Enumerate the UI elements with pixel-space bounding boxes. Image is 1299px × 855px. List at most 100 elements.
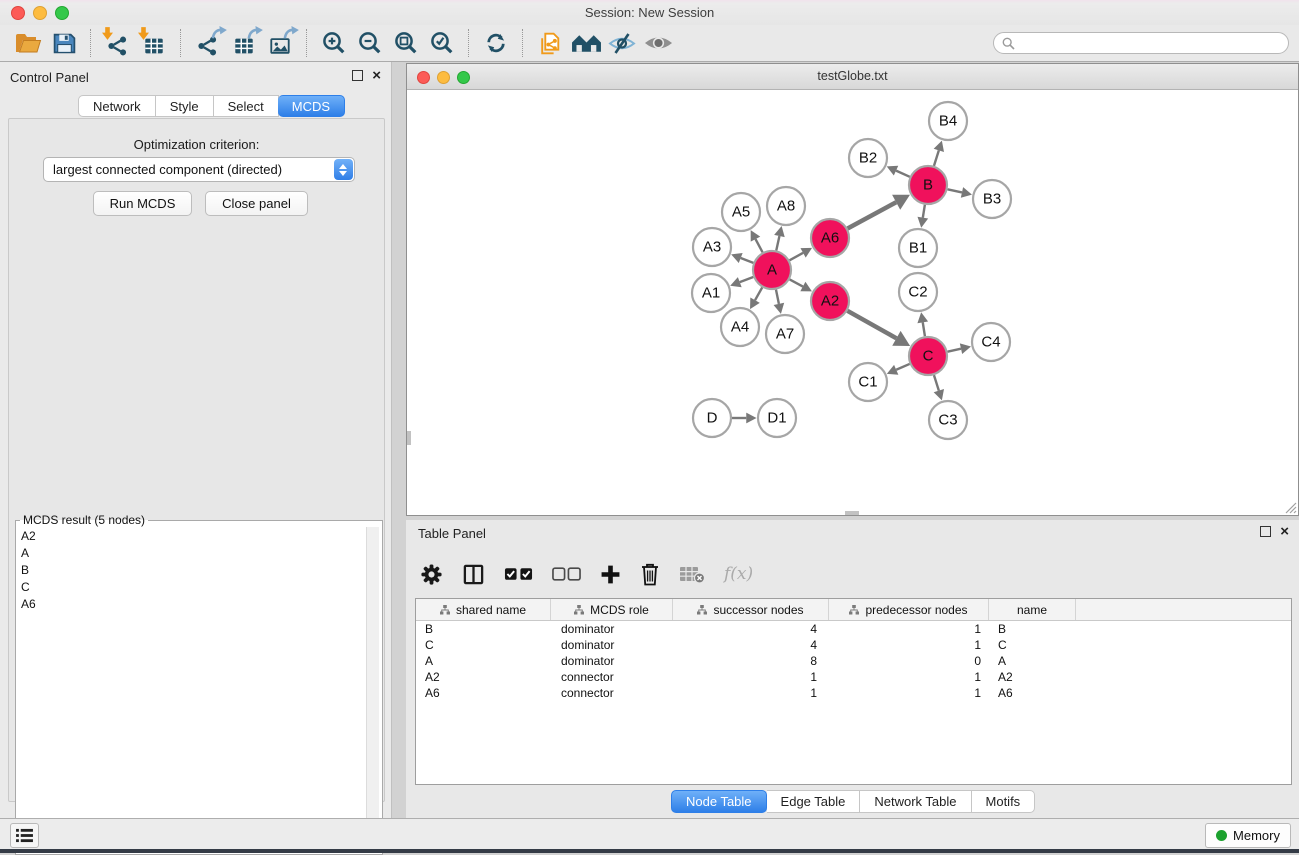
network-graph[interactable]: B4B2BB3A8A5A6A3B1AA1C2A2A4A7C4CC1C3DD1 [407,90,1298,515]
graph-edge-A-A6[interactable] [790,253,804,260]
graph-edge-B-B2[interactable] [896,171,910,177]
duplicate-network-icon[interactable] [532,28,568,58]
window-controls[interactable] [11,6,69,20]
run-mcds-button[interactable]: Run MCDS [93,191,192,216]
table-cell[interactable]: 8 [673,654,829,668]
table-cell[interactable]: A2 [989,670,1076,684]
graph-edge-A-A4[interactable] [755,287,762,300]
select-stepper-icon[interactable] [334,159,353,180]
deselect-all-columns-icon[interactable] [552,567,581,581]
table-header-row[interactable]: shared nameMCDS rolesuccessor nodesprede… [416,599,1291,621]
save-session-icon[interactable] [46,28,82,58]
zoom-fit-icon[interactable] [388,28,424,58]
table-cell[interactable]: connector [551,670,673,684]
minimize-network-button[interactable] [437,71,450,84]
graph-edge-C-C3[interactable] [934,375,939,391]
settings-gear-icon[interactable] [420,563,443,586]
table-cell[interactable]: A2 [416,670,551,684]
export-network-icon[interactable] [190,28,226,58]
add-column-icon[interactable] [600,564,621,585]
table-cell[interactable]: B [416,622,551,636]
mcds-result-item[interactable]: C [16,578,382,595]
graph-edge-C-C4[interactable] [948,349,961,352]
zoom-selected-icon[interactable] [424,28,460,58]
function-builder-icon[interactable]: f(x) [724,564,753,584]
close-table-panel-icon[interactable]: × [1280,526,1289,537]
table-cell[interactable]: A6 [989,686,1076,700]
graph-edge-A2-C[interactable] [847,311,896,338]
graph-edge-A-A7[interactable] [776,290,779,304]
delete-table-icon[interactable] [679,564,705,584]
tab-motifs[interactable]: Motifs [972,790,1036,813]
table-cell[interactable]: C [416,638,551,652]
table-cell[interactable]: 4 [673,638,829,652]
mcds-result-item[interactable]: A2 [16,527,382,544]
canvas-vertical-scroll-nub[interactable] [407,431,411,445]
table-cell[interactable]: 1 [829,670,989,684]
network-window-titlebar[interactable]: testGlobe.txt [407,64,1298,90]
open-folder-icon[interactable] [10,28,46,58]
canvas-horizontal-scroll-nub[interactable] [845,511,859,515]
task-history-button[interactable] [10,823,39,848]
graph-edge-A6-B[interactable] [848,202,897,228]
graph-edge-A-A1[interactable] [740,277,754,282]
table-cell[interactable]: 1 [829,686,989,700]
tab-edge-table[interactable]: Edge Table [767,790,861,813]
close-window-button[interactable] [11,6,25,20]
zoom-window-button[interactable] [55,6,69,20]
table-cell[interactable]: 1 [673,670,829,684]
network-window-controls[interactable] [417,71,470,84]
tab-network-table[interactable]: Network Table [860,790,971,813]
graph-edge-B-B4[interactable] [934,150,939,166]
table-cell[interactable]: 4 [673,622,829,636]
memory-button[interactable]: Memory [1205,823,1291,848]
mcds-result-scrollbar[interactable] [366,527,379,842]
graph-edge-C-C1[interactable] [896,364,909,370]
graph-edge-A-A8[interactable] [776,236,779,250]
export-image-icon[interactable] [262,28,298,58]
table-cell[interactable]: dominator [551,638,673,652]
mcds-result-item[interactable]: A [16,544,382,561]
hide-selected-eye-slash-icon[interactable] [604,28,640,58]
table-row[interactable]: A2connector11A2 [416,669,1291,685]
export-table-icon[interactable] [226,28,262,58]
table-cell[interactable]: dominator [551,622,673,636]
table-cell[interactable]: 1 [829,622,989,636]
node-table[interactable]: shared nameMCDS rolesuccessor nodesprede… [415,598,1292,785]
graph-edge-A-A2[interactable] [790,279,803,286]
import-network-icon[interactable] [100,28,136,58]
zoom-network-button[interactable] [457,71,470,84]
zoom-out-icon[interactable] [352,28,388,58]
table-cell[interactable]: connector [551,686,673,700]
column-header-predecessor-nodes[interactable]: predecessor nodes [829,599,989,620]
graph-edge-A-A3[interactable] [741,258,754,263]
import-table-icon[interactable] [136,28,172,58]
mcds-result-list[interactable]: A2ABCA6 [16,527,382,842]
graph-edge-C-C2[interactable] [923,322,925,336]
table-cell[interactable]: 1 [673,686,829,700]
column-header-name[interactable]: name [989,599,1076,620]
graph-edge-A-A5[interactable] [755,239,762,252]
table-cell[interactable]: A [416,654,551,668]
close-network-button[interactable] [417,71,430,84]
search-field[interactable] [993,32,1289,54]
column-header-successor-nodes[interactable]: successor nodes [673,599,829,620]
network-overview-icon[interactable] [568,28,604,58]
table-row[interactable]: Bdominator41B [416,621,1291,637]
table-row[interactable]: A6connector11A6 [416,685,1291,701]
tab-style[interactable]: Style [156,95,214,117]
network-canvas[interactable]: B4B2BB3A8A5A6A3B1AA1C2A2A4A7C4CC1C3DD1 [407,90,1298,515]
split-columns-icon[interactable] [462,563,485,586]
show-all-eye-icon[interactable] [640,28,676,58]
table-body[interactable]: Bdominator41BCdominator41CAdominator80AA… [416,621,1291,701]
tab-network[interactable]: Network [78,95,156,117]
table-row[interactable]: Adominator80A [416,653,1291,669]
table-row[interactable]: Cdominator41C [416,637,1291,653]
zoom-in-icon[interactable] [316,28,352,58]
table-cell[interactable]: A [989,654,1076,668]
tab-mcds[interactable]: MCDS [278,95,345,117]
table-cell[interactable]: B [989,622,1076,636]
tab-node-table[interactable]: Node Table [671,790,767,813]
column-header-MCDS-role[interactable]: MCDS role [551,599,673,620]
graph-edge-B-B1[interactable] [923,205,925,218]
